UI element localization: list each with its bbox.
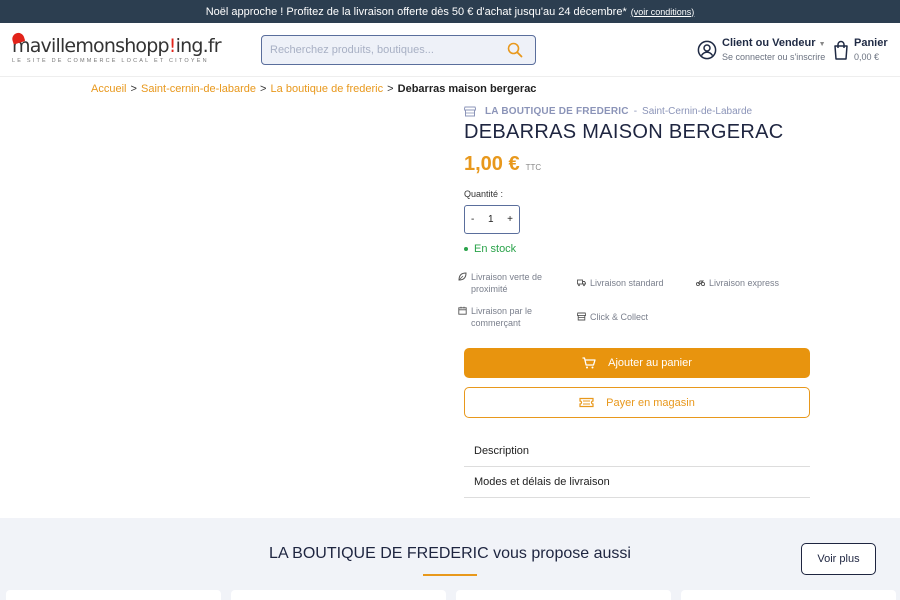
price-suffix: TTC — [525, 163, 542, 172]
truck-icon — [577, 279, 586, 287]
product-price: 1,00 € TTC — [464, 153, 541, 176]
shopping-bag-icon — [834, 40, 848, 60]
ticket-icon — [579, 397, 594, 408]
bicycle-icon — [696, 280, 705, 287]
account-title[interactable]: Client ou Vendeur — [722, 37, 816, 49]
chevron-down-icon: ▼ — [818, 41, 826, 48]
cart-title: Panier — [854, 37, 888, 49]
stock-text: En stock — [474, 243, 517, 255]
product-card[interactable] — [231, 590, 446, 600]
breadcrumb-home[interactable]: Accueil — [91, 83, 126, 95]
user-icon — [697, 40, 717, 60]
stock-dot-icon — [464, 247, 468, 251]
cart-icon — [582, 357, 596, 369]
delivery-click-collect: Click & Collect — [577, 311, 648, 323]
breadcrumb-current: Debarras maison bergerac — [397, 83, 537, 95]
delivery-express: Livraison express — [696, 277, 779, 289]
search-icon[interactable] — [507, 42, 523, 58]
calendar-icon — [458, 306, 467, 315]
shop-city: Saint-Cernin-de-Labarde — [642, 106, 753, 117]
stock-status: En stock — [464, 243, 516, 255]
shop-name[interactable]: LA BOUTIQUE DE FREDERIC — [485, 106, 629, 117]
account-menu[interactable]: Client ou Vendeur ▼ Se connecter ou s'in… — [697, 37, 826, 62]
promo-conditions-link[interactable]: (voir conditions) — [631, 7, 695, 17]
delivery-modes-toggle[interactable]: Modes et délais de livraison — [464, 467, 810, 498]
shop-icon — [577, 312, 586, 321]
search-bar — [261, 35, 536, 65]
account-login-link[interactable]: Se connecter ou s'inscrire — [722, 52, 826, 62]
promo-message: Noël approche ! Profitez de la livraison… — [205, 5, 627, 18]
product-card[interactable] — [456, 590, 671, 600]
breadcrumb-shop[interactable]: La boutique de frederic — [271, 83, 384, 95]
quantity-decrease-button[interactable]: - — [471, 214, 474, 225]
pay-in-store-button[interactable]: Payer en magasin — [464, 387, 810, 418]
related-title: LA BOUTIQUE DE FREDERIC vous propose aus… — [269, 545, 631, 562]
description-toggle[interactable]: Description — [464, 436, 810, 467]
quantity-value[interactable]: 1 — [488, 214, 494, 225]
site-logo[interactable]: mavillemonshopp!ing.fr LE SITE DE COMMER… — [10, 31, 222, 65]
title-underline — [423, 574, 477, 576]
delivery-standard: Livraison standard — [577, 277, 664, 289]
leaf-icon — [458, 272, 467, 281]
quantity-increase-button[interactable]: + — [507, 214, 513, 225]
price-value: 1,00 € — [464, 153, 520, 175]
product-card[interactable] — [6, 590, 221, 600]
logo-tagline: LE SITE DE COMMERCE LOCAL ET CITOYEN — [12, 58, 209, 64]
breadcrumb: Accueil > Saint-cernin-de-labarde > La b… — [91, 83, 537, 95]
description-label: Description — [474, 445, 530, 457]
delivery-green: Livraison verte de proximité — [458, 271, 558, 295]
promo-bar: Noël approche ! Profitez de la livraison… — [0, 0, 900, 23]
pay-in-store-label: Payer en magasin — [606, 396, 695, 409]
product-card[interactable] — [681, 590, 896, 600]
quantity-label: Quantité : — [464, 189, 504, 199]
store-icon — [464, 106, 476, 117]
related-products-section: LA BOUTIQUE DE FREDERIC vous propose aus… — [0, 518, 900, 600]
add-to-cart-label: Ajouter au panier — [608, 357, 692, 369]
cart-amount: 0,00 € — [854, 52, 880, 62]
breadcrumb-city[interactable]: Saint-cernin-de-labarde — [141, 83, 256, 95]
cart-button[interactable]: Panier 0,00 € — [833, 37, 888, 62]
logo-wordmark: mavillemonshopp!ing.fr — [12, 35, 222, 57]
quantity-stepper: - 1 + — [464, 205, 520, 234]
shop-info[interactable]: LA BOUTIQUE DE FREDERIC - Saint-Cernin-d… — [464, 106, 752, 117]
header: mavillemonshopp!ing.fr LE SITE DE COMMER… — [0, 23, 900, 77]
delivery-merchant: Livraison par le commerçant — [458, 305, 558, 329]
product-title: DEBARRAS MAISON BERGERAC — [464, 121, 784, 143]
see-more-button[interactable]: Voir plus — [801, 543, 876, 575]
add-to-cart-button[interactable]: Ajouter au panier — [464, 348, 810, 378]
search-input[interactable] — [262, 44, 497, 56]
delivery-modes-label: Modes et délais de livraison — [474, 476, 610, 488]
